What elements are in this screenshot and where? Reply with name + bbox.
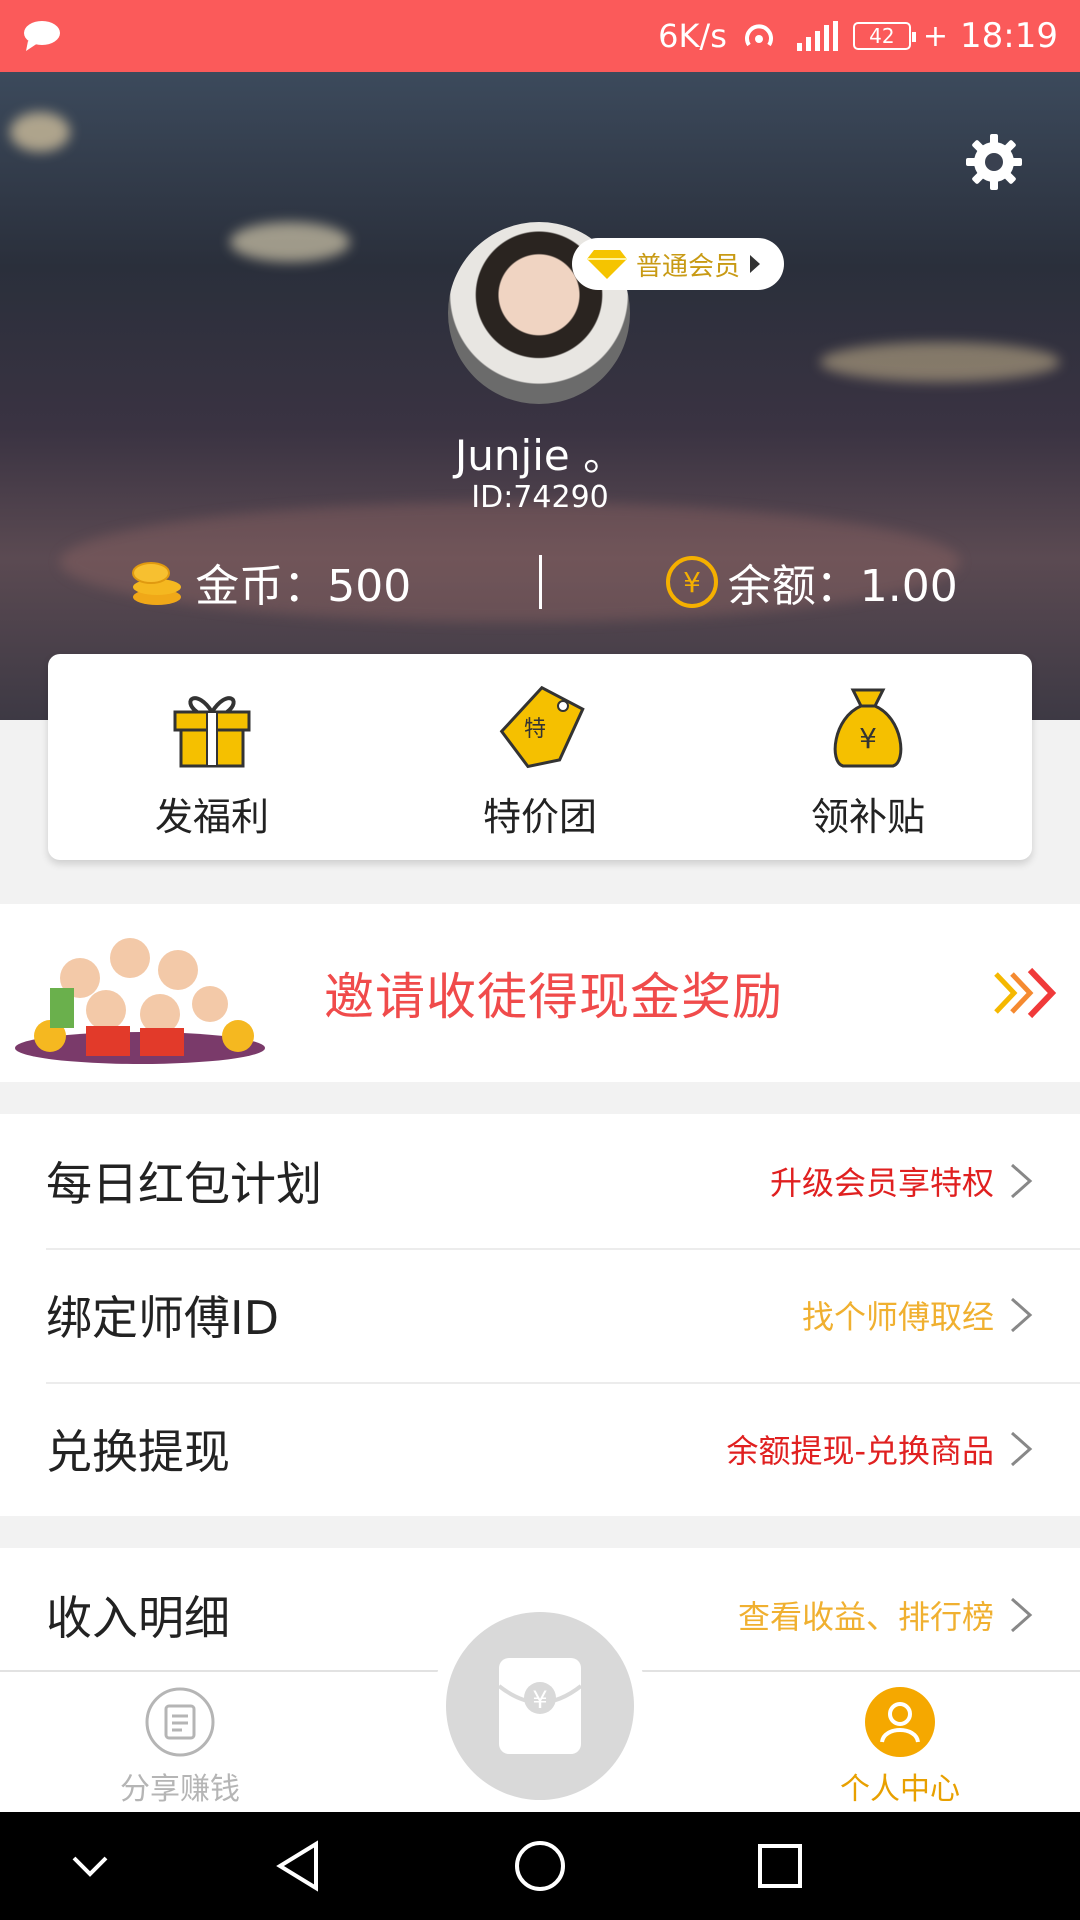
menu-item-withdraw[interactable]: 兑换提现 余额提现-兑换商品 [0, 1382, 1080, 1516]
user-icon [865, 1687, 935, 1757]
signal-icon [796, 21, 838, 51]
share-article-icon [145, 1687, 215, 1757]
hotspot-icon [744, 24, 773, 47]
menu-list: 每日红包计划 升级会员享特权 绑定师傅ID 找个师傅取经 兑换提现 余额提现-兑… [0, 1114, 1080, 1516]
chevron-down-icon[interactable] [62, 1838, 118, 1894]
red-packet-icon: ¥ [497, 1658, 583, 1754]
menu-item-title: 每日红包计划 [46, 1157, 322, 1211]
menu-item-hint: 找个师傅取经 [801, 1298, 994, 1336]
user-id: ID:74290 [471, 480, 609, 515]
quick-action-label: 发福利 [154, 795, 269, 839]
recent-apps-square-icon[interactable] [752, 1838, 808, 1894]
menu-item-title: 绑定师傅ID [46, 1291, 279, 1345]
account-stats: 金币：500 ¥ 余额：1.00 [0, 552, 1080, 612]
quick-action-subsidy[interactable]: ¥ 领补贴 [704, 654, 1032, 860]
battery-icon: 42 [852, 22, 916, 50]
caret-right-icon [750, 255, 761, 273]
message-icon [24, 21, 60, 51]
profile-header: 普通会员 Junjie 。 ID:74290 金币：500 ¥ 余额：1.00 [0, 72, 1080, 720]
app-screen: 6K/s 42 + 18:19 普通会员 Junjie 。 ID:74290 金… [0, 0, 1080, 1920]
invite-banner-text: 邀请收徒得现金奖励 [324, 968, 783, 1026]
member-level-badge[interactable]: 普通会员 [572, 238, 785, 290]
status-bar: 6K/s 42 + 18:19 [0, 0, 1080, 72]
quick-actions-card: 发福利 特 特价团 ¥ 领补贴 [48, 654, 1032, 860]
invite-illustration-icon [15, 938, 265, 1064]
back-triangle-icon[interactable] [272, 1838, 328, 1894]
balance-stat[interactable]: ¥ 余额：1.00 [542, 550, 1080, 614]
yuan-coin-icon: ¥ [665, 556, 718, 608]
diamond-icon [587, 250, 627, 279]
double-chevron-right-icon [994, 967, 1057, 1019]
system-navigation-bar [0, 1812, 1080, 1920]
clock: 18:19 [960, 16, 1058, 56]
settings-gear-icon[interactable] [964, 132, 1024, 192]
menu-item-daily-red-packet[interactable]: 每日红包计划 升级会员享特权 [0, 1114, 1080, 1248]
svg-text:¥: ¥ [859, 722, 877, 755]
home-circle-icon[interactable] [512, 1838, 568, 1894]
chevron-right-icon [1011, 1297, 1033, 1333]
menu-item-hint: 查看收益、排行榜 [737, 1598, 994, 1636]
menu-item-hint: 升级会员享特权 [769, 1164, 994, 1202]
chevron-right-icon [1011, 1597, 1033, 1633]
svg-text:¥: ¥ [683, 566, 701, 599]
quick-action-welfare[interactable]: 发福利 [48, 654, 376, 860]
balance-value: 余额：1.00 [727, 561, 958, 612]
coins-stat[interactable]: 金币：500 [0, 550, 539, 614]
chevron-right-icon [1011, 1431, 1033, 1467]
tab-profile[interactable]: 个人中心 [800, 1672, 1000, 1814]
background-light [10, 112, 70, 152]
invite-banner[interactable]: 邀请收徒得现金奖励 [0, 904, 1080, 1082]
menu-item-title: 兑换提现 [46, 1425, 230, 1479]
tab-label: 个人中心 [840, 1772, 960, 1807]
coins-icon [132, 562, 182, 605]
background-light [230, 222, 350, 262]
menu-item-title: 收入明细 [46, 1591, 230, 1645]
tab-share-earn[interactable]: 分享赚钱 [80, 1672, 280, 1814]
svg-text:¥: ¥ [532, 1686, 547, 1714]
money-bag-icon: ¥ [833, 688, 903, 768]
red-packet-center-button[interactable]: ¥ [446, 1612, 634, 1800]
member-level-text: 普通会员 [636, 251, 741, 282]
menu-item-hint: 余额提现-兑换商品 [726, 1432, 994, 1470]
price-tag-icon: 特 [499, 685, 585, 769]
menu-item-bind-master[interactable]: 绑定师傅ID 找个师傅取经 [0, 1248, 1080, 1382]
gift-icon [173, 696, 251, 768]
background-light [820, 342, 1060, 382]
charging-icon: + [922, 18, 949, 54]
quick-action-discount-group[interactable]: 特 特价团 [376, 654, 704, 860]
username: Junjie 。 [454, 431, 626, 480]
quick-action-label: 特价团 [482, 795, 597, 839]
tab-label: 分享赚钱 [120, 1772, 240, 1807]
coins-value: 金币：500 [195, 561, 412, 612]
chevron-right-icon [1011, 1163, 1033, 1199]
quick-action-label: 领补贴 [810, 795, 925, 839]
svg-text:特: 特 [524, 717, 546, 742]
network-speed: 6K/s [658, 17, 727, 55]
